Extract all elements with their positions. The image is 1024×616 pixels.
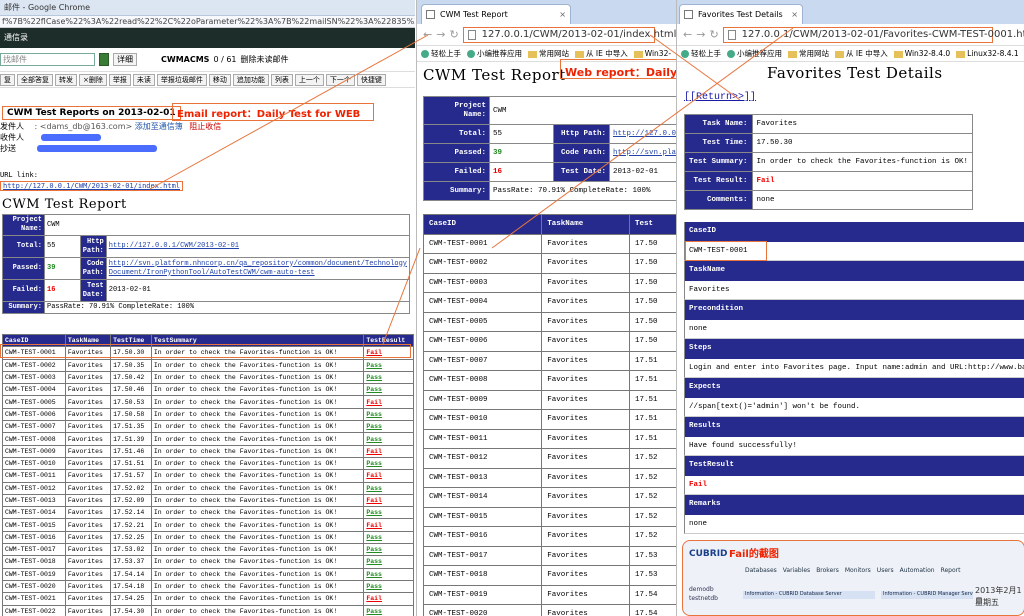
arrow-row-to-web	[382, 247, 421, 345]
arrow-email-to-web	[149, 34, 429, 190]
annotation-arrows	[149, 27, 794, 345]
arrow-web-to-details	[649, 34, 741, 101]
arrow-case-to-details	[491, 27, 794, 249]
